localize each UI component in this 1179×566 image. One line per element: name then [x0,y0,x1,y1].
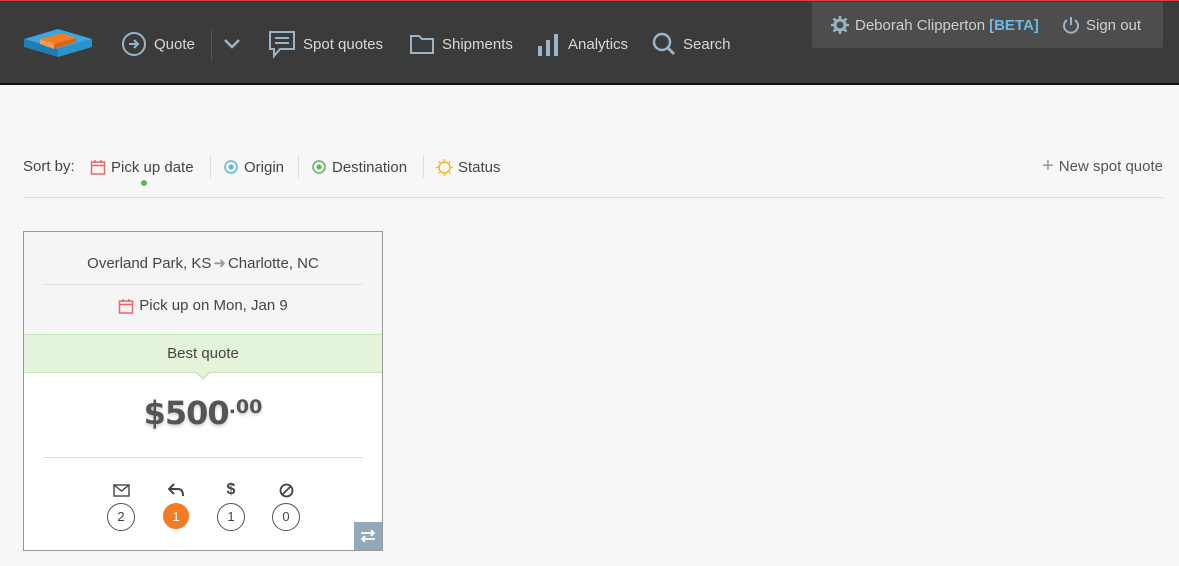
declined-icon [279,483,293,497]
dollar-icon: $ [226,481,236,498]
stat-replies[interactable]: 1 [161,480,191,529]
power-icon [1063,17,1079,34]
sort-separator [210,156,211,178]
card-header: Overland Park, KS ➜ Charlotte, NC Pick up … [24,232,382,334]
price-cents: .00 [228,396,263,418]
emails-count: 2 [107,503,135,531]
spot-quote-card[interactable]: Overland Park, KS ➜ Charlotte, NC Pick up … [23,231,383,551]
reply-icon [168,483,184,497]
envelope-icon [112,483,130,497]
stat-declined[interactable]: 0 [271,480,301,531]
sort-status-label: Status [458,158,501,176]
sign-out-button[interactable]: Sign out [1062,16,1141,34]
nav-analytics-label: Analytics [568,35,629,53]
sort-origin-label: Origin [244,158,285,176]
chevron-down-icon [224,39,240,49]
beta-badge: [BETA] [989,16,1039,34]
origin-target-icon [224,160,238,174]
user-name: Deborah Clipperton [855,16,986,34]
folder-icon [410,35,434,54]
nav-search-label: Search [683,35,731,53]
nav-spot-quotes[interactable]: Spot quotes [268,29,383,59]
sort-bar: Sort by: Pick up date Origin Destination… [23,150,1163,198]
user-box: Deborah Clipperton [BETA] Sign out [812,2,1163,48]
nav-analytics[interactable]: Analytics [537,29,628,59]
status-sun-icon [436,158,453,176]
best-quote-banner: Best quote [24,334,382,373]
speech-bubble-icon [269,31,295,59]
top-navbar: Quote Spot quotes Shipments Analytics Se… [0,0,1179,85]
sort-separator [423,156,424,178]
nav-shipments-label: Shipments [442,35,513,53]
plus-icon: + [1042,155,1054,177]
new-spot-quote-button[interactable]: + New spot quote [1042,156,1163,176]
search-icon [652,32,676,56]
gear-icon [831,16,849,34]
sort-destination-label: Destination [332,158,408,176]
swap-button[interactable] [354,522,382,550]
active-sort-indicator [141,180,147,186]
declined-count: 0 [272,503,300,531]
sort-pickup-date[interactable]: Pick up date [90,156,194,178]
sort-label: Sort by: [23,158,75,175]
destination-target-icon [312,160,326,174]
sort-pickup-date-label: Pick up date [111,158,194,176]
nav-quote-label: Quote [154,35,195,53]
swap-arrows-icon [360,529,376,543]
sign-out-label: Sign out [1086,16,1142,34]
quotes-count: 1 [217,503,245,531]
pickup-date-text: Pick up on Mon, Jan 9 [139,297,288,314]
nav-quote[interactable]: Quote [121,29,195,59]
route-origin: Overland Park, KS [87,255,212,272]
sort-separator [298,156,299,178]
user-settings[interactable]: Deborah Clipperton [BETA] [831,16,1039,34]
calendar-icon [119,298,134,314]
sort-destination[interactable]: Destination [311,156,407,178]
best-quote-price: $500.00 [24,394,382,432]
pickup-date: Pick up on Mon, Jan 9 [24,297,382,314]
banner-pointer-fill [196,371,210,378]
nav-shipments[interactable]: Shipments [409,29,513,59]
divider [43,284,363,285]
quote-dropdown-toggle[interactable] [222,29,249,59]
stat-emails[interactable]: 2 [106,480,136,531]
logo-icon[interactable] [22,27,94,61]
divider [43,457,363,458]
calendar-icon [90,160,106,175]
arrow-circle-icon [122,32,146,56]
route: Overland Park, KS ➜ Charlotte, NC [24,254,382,272]
nav-search[interactable]: Search [652,29,731,59]
replies-count: 1 [163,503,189,529]
sort-origin[interactable]: Origin [223,156,284,178]
price-dollars: $500 [143,394,230,432]
sort-status[interactable]: Status [436,156,501,178]
nav-separator [211,29,212,61]
arrow-right-icon: ➜ [213,255,226,272]
new-spot-quote-label: New spot quote [1058,157,1163,175]
bar-chart-icon [538,34,558,56]
stat-quotes[interactable]: $ 1 [216,480,246,531]
nav-spot-quotes-label: Spot quotes [303,35,384,53]
route-destination: Charlotte, NC [227,255,319,272]
